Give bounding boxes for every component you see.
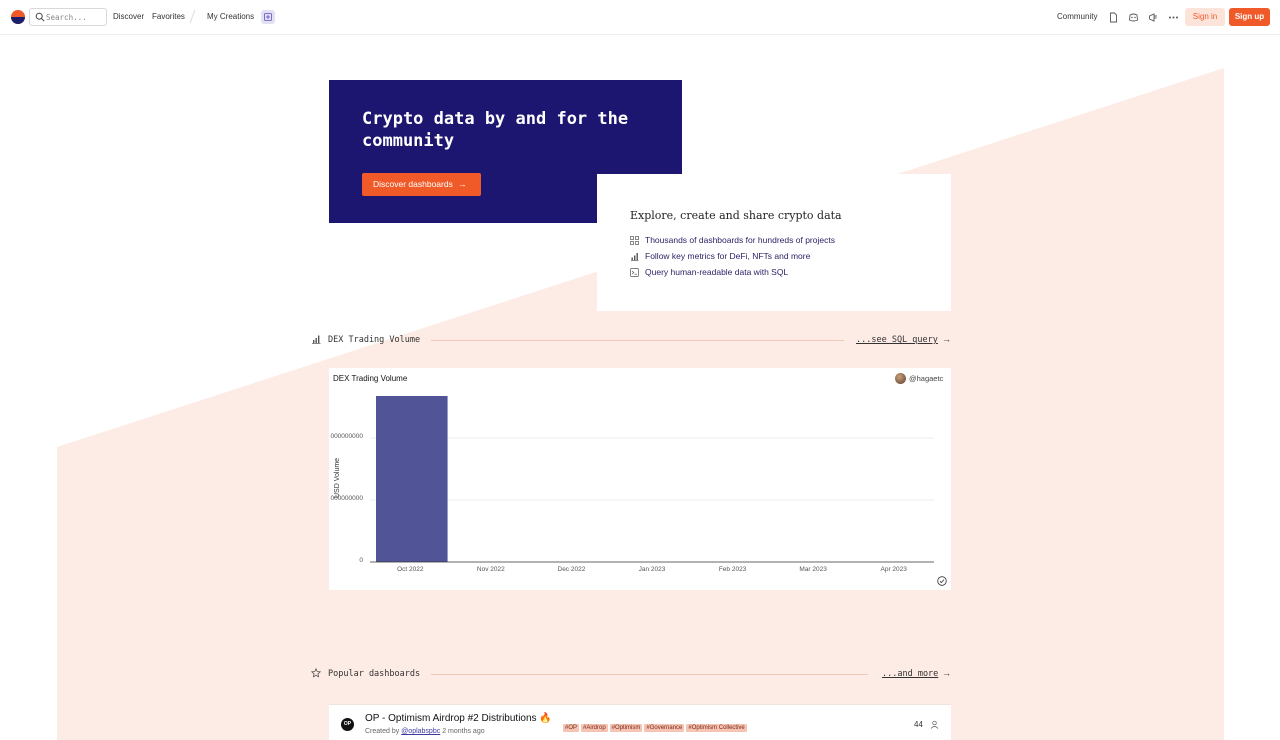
dashboard-list-item[interactable]: OP OP - Optimism Airdrop #2 Distribution… (329, 704, 951, 740)
nav-divider (189, 9, 196, 24)
author-link[interactable]: @oplabspbc (401, 728, 440, 735)
hero-title: Crypto data by and for the community (362, 109, 629, 151)
dashboard-title[interactable]: OP - Optimism Airdrop #2 Distributions 🔥 (365, 713, 552, 724)
dashboard-tags: #OP #Airdrop #Optimism #Governance #Optimism… (563, 716, 749, 734)
arrow-right-icon: → (942, 334, 951, 344)
see-sql-query-link[interactable]: ...see SQL query (856, 335, 938, 345)
avatar: OP (341, 718, 354, 731)
tag[interactable]: #Airdrop (581, 724, 608, 732)
popular-section-label: Popular dashboards (328, 669, 421, 679)
dashboard-meta: Created by @oplabspbc 2 months ago (365, 728, 485, 735)
search-icon (35, 12, 45, 22)
user-icon (930, 720, 939, 729)
arrow-right-icon: → (942, 668, 951, 678)
tag[interactable]: #Optimism Collective (686, 724, 747, 732)
more-icon[interactable] (1168, 12, 1179, 23)
tag[interactable]: #Optimism (609, 724, 643, 732)
x-tick-label: Jan 2023 (638, 566, 666, 573)
x-tick-label: Oct 2022 (397, 566, 424, 573)
discover-dashboards-button[interactable]: Discover dashboards → (362, 173, 481, 196)
features-card: Explore, create and share crypto data Th… (597, 174, 951, 311)
dex-section-header: DEX Trading Volume ...see SQL query → (311, 333, 951, 347)
bar-chart-icon (631, 253, 639, 261)
check-circle-icon (937, 576, 947, 586)
x-tick-label: Dec 2022 (557, 566, 586, 573)
new-item-button[interactable] (261, 10, 275, 24)
nav-discover[interactable]: Discover (113, 12, 144, 21)
chart-bar[interactable] (376, 396, 448, 562)
dex-section-label: DEX Trading Volume (328, 335, 421, 345)
dune-logo-icon[interactable] (11, 10, 25, 24)
sign-in-button[interactable]: Sign in (1185, 8, 1225, 26)
discover-dashboards-label: Discover dashboards (373, 179, 453, 189)
x-tick-label: Nov 2022 (476, 566, 505, 573)
arrow-right-icon: → (458, 179, 467, 189)
created-age: 2 months ago (442, 728, 485, 735)
popular-section-header: Popular dashboards ...and more → (311, 667, 951, 681)
nav-my-creations[interactable]: My Creations (207, 12, 254, 21)
top-navigation-bar: Discover Favorites My Creations Communit… (0, 0, 1280, 35)
sign-up-button[interactable]: Sign up (1229, 8, 1270, 26)
x-tick-label: Feb 2023 (718, 566, 747, 573)
x-tick-label: Mar 2023 (799, 566, 827, 573)
star-icon (311, 668, 321, 678)
and-more-link[interactable]: ...and more (882, 669, 938, 679)
plus-square-icon (264, 13, 272, 21)
nav-favorites[interactable]: Favorites (152, 12, 185, 21)
section-divider (431, 340, 844, 341)
feature-label: Follow key metrics for DeFi, NFTs and mo… (645, 251, 811, 261)
chart-plot-area (370, 396, 934, 563)
search-box[interactable] (29, 8, 107, 26)
tag[interactable]: #OP (563, 724, 580, 732)
feature-label: Query human-readable data with SQL (645, 267, 789, 277)
dex-volume-chart-card: DEX Trading Volume @hagaetc USD Volume 0… (329, 368, 951, 590)
star-count: 44 (914, 720, 923, 729)
bar-chart-icon (312, 335, 321, 344)
x-tick-label: Apr 2023 (880, 566, 907, 573)
features-title: Explore, create and share crypto data (630, 209, 842, 222)
docs-icon[interactable] (1108, 12, 1119, 23)
nav-community[interactable]: Community (1057, 12, 1097, 21)
created-by-label: Created by (365, 728, 400, 735)
announcements-icon[interactable] (1148, 12, 1159, 23)
search-input[interactable] (46, 10, 104, 24)
grid-icon (630, 236, 639, 245)
section-divider (431, 674, 868, 675)
tag[interactable]: #Governance (644, 724, 685, 732)
discord-icon[interactable] (1128, 12, 1139, 23)
feature-label: Thousands of dashboards for hundreds of … (645, 235, 835, 245)
terminal-icon (630, 268, 639, 277)
